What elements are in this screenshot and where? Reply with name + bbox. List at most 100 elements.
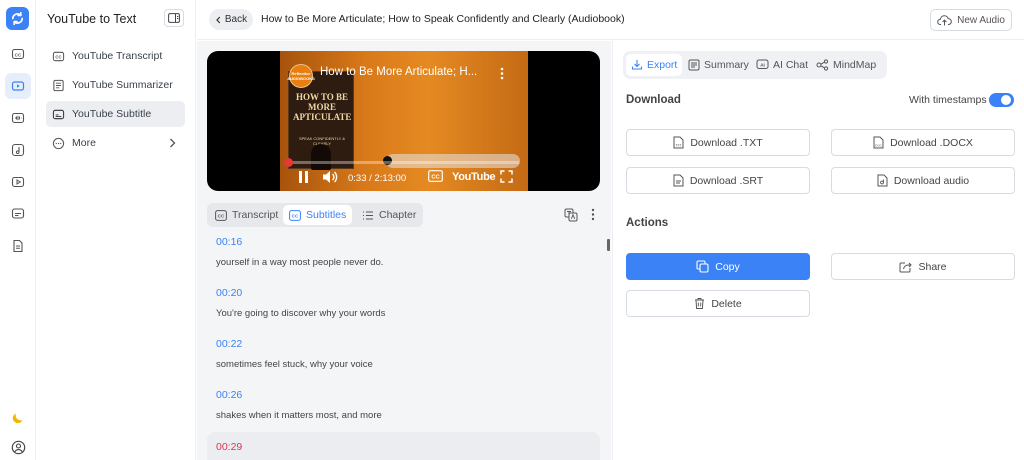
svg-text:CC: CC bbox=[292, 213, 299, 218]
subtitle-timestamp[interactable]: 00:22 bbox=[216, 338, 373, 350]
dark-mode-moon-icon[interactable] bbox=[5, 405, 31, 431]
sidebar-item-youtube-summarizer[interactable]: YouTube Summarizer bbox=[46, 72, 185, 98]
sidebar-item-label: YouTube Summarizer bbox=[72, 79, 173, 91]
svg-text:CC: CC bbox=[55, 54, 61, 59]
list-item[interactable]: 00:26 shakes when it matters most, and m… bbox=[216, 389, 382, 421]
list-document-icon bbox=[53, 79, 64, 91]
txt-file-icon: TXT bbox=[673, 136, 684, 149]
subtitle-timestamp[interactable]: 00:20 bbox=[216, 287, 385, 299]
page-title: How to Be More Articulate; How to Speak … bbox=[261, 13, 625, 25]
icon-rail: CC bbox=[0, 0, 36, 460]
channel-logo[interactable]: Reflective AUDIOBOOKS bbox=[287, 64, 315, 88]
timestamps-label: With timestamps bbox=[909, 94, 987, 106]
volume-icon[interactable] bbox=[322, 170, 339, 184]
svg-text:AI: AI bbox=[760, 62, 765, 67]
subtitle-timestamp[interactable]: 00:16 bbox=[216, 236, 383, 248]
timestamps-toggle[interactable] bbox=[989, 93, 1014, 107]
srt-file-icon bbox=[673, 174, 684, 187]
subtitle-timestamp[interactable]: 00:26 bbox=[216, 389, 382, 401]
captions-icon[interactable]: CC bbox=[5, 41, 31, 67]
transcript-tabs: CC Transcript CC Subtitles Chapter bbox=[207, 203, 423, 227]
video-progress-handle[interactable] bbox=[283, 158, 293, 167]
tab-chapter[interactable]: Chapter bbox=[356, 205, 422, 225]
video-play-icon[interactable] bbox=[5, 169, 31, 195]
video-title[interactable]: How to Be More Articulate; H... bbox=[320, 66, 477, 78]
cloud-upload-icon bbox=[937, 15, 952, 26]
video-player[interactable]: HOW TO BE MORE APTICULATE SPEAK CONFIDEN… bbox=[207, 51, 600, 191]
list-item[interactable]: 00:22 sometimes feel stuck, why your voi… bbox=[216, 338, 373, 370]
document-icon[interactable] bbox=[5, 233, 31, 259]
translate-icon[interactable] bbox=[564, 208, 578, 222]
sidebar-item-youtube-subtitle[interactable]: YouTube Subtitle bbox=[46, 101, 185, 127]
button-label: Download .TXT bbox=[690, 136, 763, 149]
download-icon bbox=[631, 60, 643, 70]
sidebar-item-youtube-transcript[interactable]: CC YouTube Transcript bbox=[46, 43, 185, 69]
sidebar-item-label: YouTube Subtitle bbox=[72, 108, 152, 120]
list-icon bbox=[363, 210, 373, 220]
list-item[interactable]: 00:16 yourself in a way most people neve… bbox=[216, 236, 383, 268]
music-note-icon[interactable] bbox=[5, 137, 31, 163]
tab-ai-chat[interactable]: AI AI Chat bbox=[751, 54, 813, 76]
sidebar-item-more[interactable]: More bbox=[46, 130, 185, 156]
more-vertical-icon[interactable] bbox=[591, 208, 595, 221]
tab-mindmap[interactable]: MindMap bbox=[811, 54, 881, 76]
captions-icon: CC bbox=[52, 51, 65, 61]
copy-button[interactable]: Copy bbox=[626, 253, 810, 280]
tab-label: Transcript bbox=[232, 209, 279, 221]
subtitle-text: sometimes feel stuck, why your voice bbox=[216, 359, 373, 370]
button-label: Download .SRT bbox=[689, 174, 764, 187]
youtube-icon[interactable] bbox=[5, 73, 31, 99]
delete-button[interactable]: Delete bbox=[626, 290, 810, 317]
fullscreen-icon[interactable] bbox=[500, 170, 513, 183]
tab-label: Export bbox=[647, 59, 678, 71]
tab-label: AI Chat bbox=[773, 59, 809, 71]
new-audio-button[interactable]: New Audio bbox=[930, 9, 1012, 31]
closed-captions-icon[interactable]: CC bbox=[428, 170, 443, 182]
download-srt-button[interactable]: Download .SRT bbox=[626, 167, 810, 194]
tab-label: Summary bbox=[704, 59, 749, 71]
share-button[interactable]: Share bbox=[831, 253, 1015, 280]
sidebar-item-label: YouTube Transcript bbox=[72, 50, 163, 62]
video-time: 0:33 / 2:13:00 bbox=[348, 173, 407, 184]
tab-label: MindMap bbox=[833, 59, 877, 71]
svg-text:CC: CC bbox=[218, 213, 225, 218]
subtitle-timestamp[interactable]: 00:29 bbox=[216, 441, 242, 453]
sidebar-collapse-button[interactable] bbox=[164, 9, 184, 27]
subtitle-icon[interactable] bbox=[5, 201, 31, 227]
summary-list-icon bbox=[688, 59, 700, 71]
docx-file-icon: DOC bbox=[873, 136, 884, 149]
back-button[interactable]: Back bbox=[209, 9, 253, 30]
trash-icon bbox=[695, 298, 705, 309]
tab-subtitles[interactable]: CC Subtitles bbox=[283, 205, 353, 225]
tab-transcript[interactable]: CC Transcript bbox=[209, 205, 284, 225]
top-bar: Back How to Be More Articulate; How to S… bbox=[197, 0, 1024, 40]
download-heading: Download bbox=[626, 94, 681, 106]
captions-icon: CC bbox=[215, 209, 227, 221]
app-logo-icon[interactable] bbox=[6, 7, 29, 30]
audio-wave-icon[interactable] bbox=[5, 105, 31, 131]
share-icon bbox=[899, 262, 913, 272]
video-more-options-icon[interactable] bbox=[500, 67, 504, 80]
current-subtitle-item[interactable]: 00:29 bbox=[207, 432, 600, 460]
tab-export[interactable]: Export bbox=[626, 54, 683, 76]
panel-tabs: Export Summary AI AI Chat MindMap bbox=[623, 51, 887, 79]
button-label: Share bbox=[918, 260, 947, 273]
pause-icon[interactable] bbox=[298, 170, 309, 184]
svg-text:CC: CC bbox=[15, 52, 22, 57]
app-title: YouTube to Text bbox=[47, 12, 137, 26]
user-account-icon[interactable] bbox=[5, 434, 31, 460]
scrollbar-thumb[interactable] bbox=[607, 239, 610, 251]
list-item[interactable]: 00:20 You're going to discover why your … bbox=[216, 287, 385, 319]
tab-summary[interactable]: Summary bbox=[683, 54, 754, 76]
subtitle-icon bbox=[52, 109, 65, 119]
tab-label: Chapter bbox=[379, 209, 417, 221]
download-audio-button[interactable]: Download audio bbox=[831, 167, 1015, 194]
download-docx-button[interactable]: DOC Download .DOCX bbox=[831, 129, 1015, 156]
ai-chat-icon: AI bbox=[756, 59, 769, 69]
more-circle-icon bbox=[52, 137, 65, 149]
video-progress-bar[interactable] bbox=[283, 158, 519, 167]
export-panel: Export Summary AI AI Chat MindMap Downlo… bbox=[612, 41, 1024, 460]
youtube-logo[interactable]: YouTube bbox=[452, 171, 496, 183]
button-label: Download .DOCX bbox=[890, 136, 973, 149]
download-txt-button[interactable]: TXT Download .TXT bbox=[626, 129, 810, 156]
